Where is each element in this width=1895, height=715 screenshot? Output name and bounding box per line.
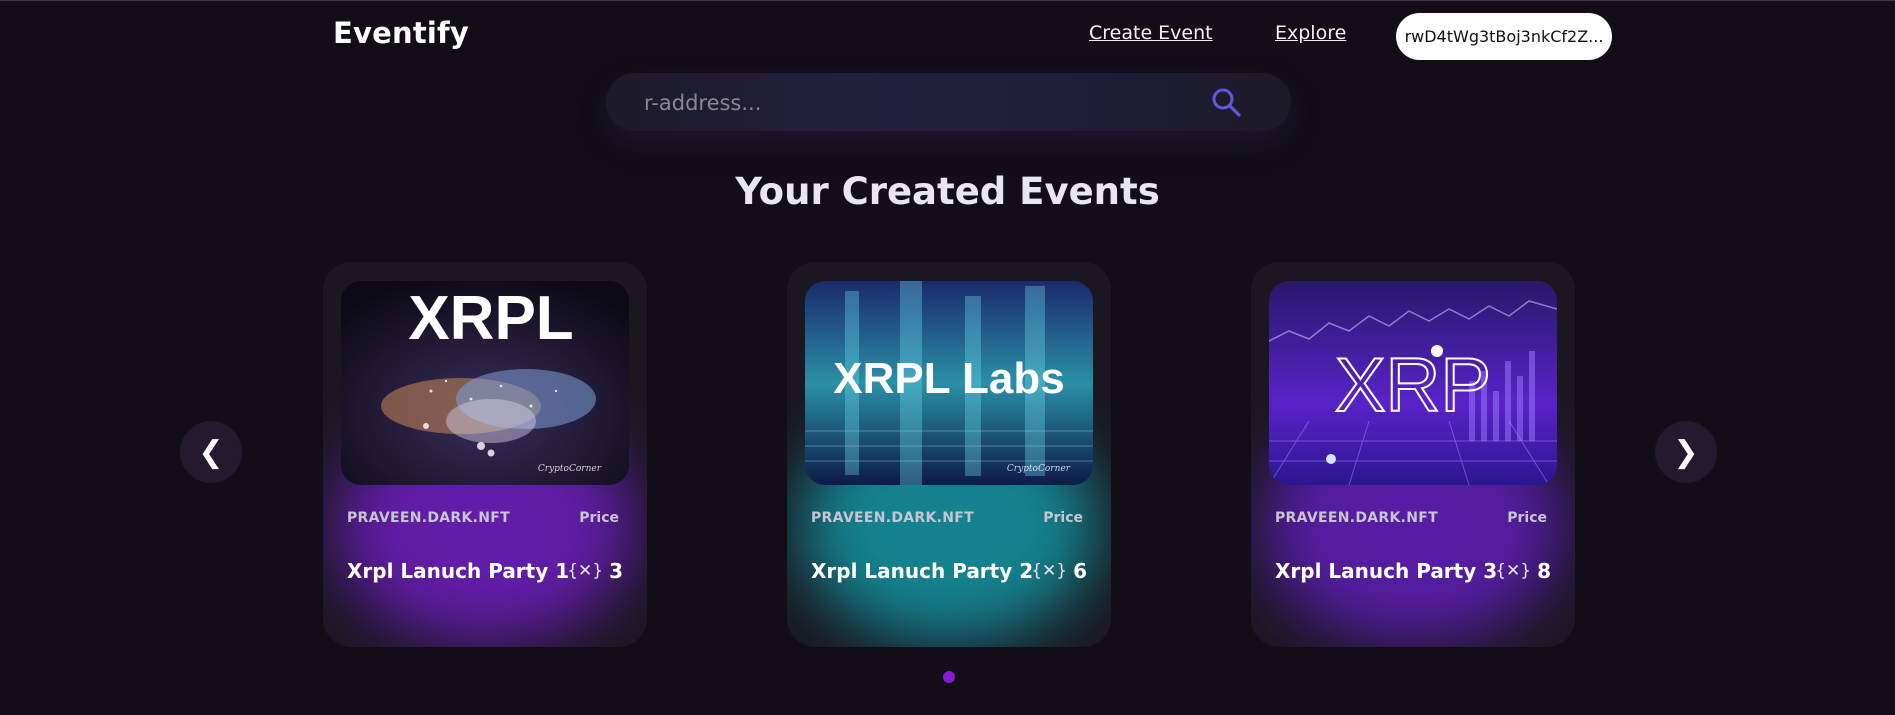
event-price: {✕} 8	[1495, 559, 1551, 583]
carousel-prev-button[interactable]: ❮	[180, 421, 242, 483]
search-input[interactable]	[642, 73, 1186, 133]
event-card[interactable]: XRPL CryptoCorner PRAVEEN.DARK.NFT Price…	[323, 262, 647, 647]
event-name: Xrpl Lanuch Party 1	[347, 559, 570, 583]
event-price: {✕} 6	[1031, 559, 1087, 583]
search-bar	[606, 73, 1291, 133]
svg-text:CryptoCorner: CryptoCorner	[1007, 464, 1071, 474]
event-price-value: 3	[609, 559, 623, 583]
event-card[interactable]: XRP PRAVEEN.DARK.NFT Price Xrpl Lanuch P…	[1251, 262, 1575, 647]
event-image: XRPL CryptoCorner	[341, 281, 629, 485]
event-name: Xrpl Lanuch Party 2	[811, 559, 1034, 583]
app-logo[interactable]: Eventify	[333, 16, 469, 50]
image-title-text: XRP	[1335, 343, 1491, 428]
xrp-currency-icon: {✕}	[567, 561, 604, 581]
price-label: Price	[579, 510, 619, 526]
event-price: {✕} 3	[567, 559, 623, 583]
event-name: Xrpl Lanuch Party 3	[1275, 559, 1498, 583]
price-label: Price	[1507, 510, 1547, 526]
top-border	[0, 0, 1895, 1]
event-creator: PRAVEEN.DARK.NFT	[811, 510, 974, 526]
search-icon[interactable]	[1211, 87, 1241, 117]
xrp-currency-icon: {✕}	[1495, 561, 1532, 581]
xrp-currency-icon: {✕}	[1031, 561, 1068, 581]
image-title-text: XRPL	[408, 284, 573, 353]
image-title-text: XRPL Labs	[833, 354, 1064, 403]
event-price-value: 8	[1537, 559, 1551, 583]
event-creator: PRAVEEN.DARK.NFT	[1275, 510, 1438, 526]
event-image: XRP	[1269, 281, 1557, 485]
carousel-dot-active[interactable]	[943, 671, 955, 683]
nav-explore-link[interactable]: Explore	[1275, 22, 1346, 44]
event-creator: PRAVEEN.DARK.NFT	[347, 510, 510, 526]
event-card[interactable]: XRPL Labs CryptoCorner PRAVEEN.DARK.NFT …	[787, 262, 1111, 647]
nav-create-event-link[interactable]: Create Event	[1089, 22, 1213, 44]
event-price-value: 6	[1073, 559, 1087, 583]
price-label: Price	[1043, 510, 1083, 526]
carousel-next-button[interactable]: ❯	[1655, 421, 1717, 483]
svg-text:CryptoCorner: CryptoCorner	[538, 464, 602, 474]
event-image: XRPL Labs CryptoCorner	[805, 281, 1093, 485]
section-title: Your Created Events	[735, 170, 1160, 213]
wallet-address-button[interactable]: rwD4tWg3tBoj3nkCf2Z...	[1396, 13, 1612, 60]
